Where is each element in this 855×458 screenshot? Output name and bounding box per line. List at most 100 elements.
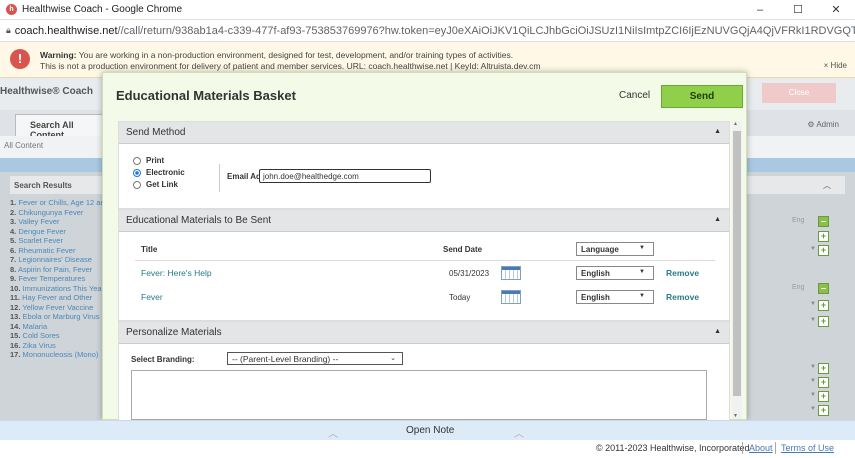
list-item[interactable]: 9. Fever Temperatures <box>10 274 106 284</box>
dropdown-icon[interactable]: ▼ <box>810 378 816 384</box>
plus-icon[interactable]: + <box>818 245 829 256</box>
collapse-caret-icon[interactable]: ▲ <box>714 128 721 135</box>
radio-get-link[interactable]: Get Link <box>133 180 178 189</box>
plus-icon[interactable]: + <box>818 300 829 311</box>
minus-icon[interactable]: – <box>818 216 829 227</box>
scroll-down-icon[interactable]: ▼ <box>733 413 738 419</box>
plus-icon[interactable]: + <box>818 391 829 402</box>
dropdown-icon[interactable]: ▼ <box>810 246 816 252</box>
list-item[interactable]: 5. Scarlet Fever <box>10 236 106 246</box>
modal-scrollbar[interactable]: ▲ ▼ <box>732 121 742 419</box>
result-title[interactable]: Rheumatic Fever <box>18 246 75 255</box>
address-bar[interactable]: 🔒︎ coach.healthwise.net//call/return/938… <box>0 20 855 42</box>
personalize-header[interactable]: Personalize Materials ▲ <box>119 322 729 344</box>
radio-circle[interactable] <box>133 156 141 165</box>
list-item[interactable]: 3. Valley Fever <box>10 217 106 227</box>
open-note-bar[interactable]: ︿ Open Note ︿ <box>0 420 855 440</box>
dropdown-icon[interactable]: ▼ <box>810 364 816 370</box>
calendar-icon[interactable] <box>501 290 521 304</box>
send-button[interactable]: Send <box>661 85 743 108</box>
list-item[interactable]: 6. Rheumatic Fever <box>10 246 106 256</box>
result-title[interactable]: Ebola or Marburg Virus <box>23 312 100 321</box>
chevron-up-icon[interactable]: ︿ <box>328 425 338 440</box>
hide-warning-button[interactable]: × Hide <box>824 61 847 70</box>
radio-circle-selected[interactable] <box>133 168 141 177</box>
result-title[interactable]: Fever or Chills, Age 12 and Older <box>18 198 106 207</box>
plus-icon[interactable]: + <box>818 377 829 388</box>
result-title[interactable]: Immunizations This Year <box>23 284 105 293</box>
admin-link[interactable]: ⚙ Admin <box>807 120 839 129</box>
remove-link[interactable]: Remove <box>666 292 699 302</box>
chevron-up-icon[interactable]: ︿ <box>514 425 524 440</box>
result-title[interactable]: Mononucleosis (Mono) <box>23 350 99 359</box>
result-title[interactable]: Dengue Fever <box>18 227 66 236</box>
lock-icon[interactable]: 🔒︎ <box>6 25 11 36</box>
cancel-button[interactable]: Cancel <box>619 90 650 101</box>
calendar-icon[interactable] <box>501 266 521 280</box>
list-item[interactable]: 11. Hay Fever and Other <box>10 293 106 303</box>
language-header-select[interactable]: Language ▼ <box>576 242 654 256</box>
personal-message-textarea[interactable] <box>131 370 707 420</box>
list-item[interactable]: 8. Aspirin for Pain, Fever <box>10 265 106 275</box>
result-title[interactable]: Zika Virus <box>23 341 56 350</box>
list-item[interactable]: 16. Zika Virus <box>10 341 106 351</box>
minus-icon[interactable]: – <box>818 283 829 294</box>
material-title-link[interactable]: Fever <box>141 292 163 302</box>
list-item[interactable]: 17. Mononucleosis (Mono) <box>10 350 106 360</box>
send-method-header[interactable]: Send Method ▲ <box>119 122 729 144</box>
result-title[interactable]: Scarlet Fever <box>18 236 63 245</box>
language-select[interactable]: English ▼ <box>576 290 654 304</box>
materials-header[interactable]: Educational Materials to Be Sent ▲ <box>119 210 729 232</box>
email-field[interactable]: john.doe@healthedge.com <box>259 169 431 183</box>
maximize-button[interactable]: ☐ <box>779 0 817 20</box>
list-item[interactable]: 7. Legionnaires' Disease <box>10 255 106 265</box>
dropdown-icon[interactable]: ▼ <box>810 392 816 398</box>
scroll-up-icon[interactable]: ▲ <box>733 121 738 127</box>
terms-of-use-link[interactable]: Terms of Use <box>781 443 834 453</box>
scrollbar-thumb[interactable] <box>733 131 741 396</box>
list-item[interactable]: 15. Cold Sores <box>10 331 106 341</box>
admin-label: Admin <box>816 120 839 129</box>
open-note-label[interactable]: Open Note <box>406 425 454 436</box>
list-item[interactable]: 4. Dengue Fever <box>10 227 106 237</box>
collapse-caret-icon[interactable]: ▲ <box>714 216 721 223</box>
result-title[interactable]: Hay Fever and Other <box>22 293 92 302</box>
list-item[interactable]: 13. Ebola or Marburg Virus <box>10 312 106 322</box>
remove-link[interactable]: Remove <box>666 268 699 278</box>
plus-icon[interactable]: + <box>818 231 829 242</box>
material-title-link[interactable]: Fever: Here's Help <box>141 268 212 278</box>
radio-circle[interactable] <box>133 180 141 189</box>
dropdown-icon[interactable]: ▼ <box>810 406 816 412</box>
collapse-caret-icon[interactable]: ▲ <box>714 328 721 335</box>
list-item[interactable]: 10. Immunizations This Year <box>10 284 106 294</box>
result-title[interactable]: Aspirin for Pain, Fever <box>18 265 92 274</box>
dropdown-icon[interactable]: ▼ <box>810 301 816 307</box>
result-title[interactable]: Malaria <box>23 322 48 331</box>
about-link[interactable]: About <box>749 443 773 453</box>
result-title[interactable]: Valley Fever <box>18 217 59 226</box>
plus-icon[interactable]: + <box>818 363 829 374</box>
tab-search-all-content[interactable]: Search All Content <box>15 114 105 140</box>
list-item[interactable]: 1. Fever or Chills, Age 12 and Older <box>10 198 106 208</box>
app-close-button[interactable]: Close <box>762 83 836 103</box>
close-window-button[interactable]: ✕ <box>817 0 855 20</box>
result-title[interactable]: Fever Temperatures <box>18 274 85 283</box>
chevron-up-icon[interactable]: ︿ <box>823 180 831 191</box>
list-item[interactable]: 12. Yellow Fever Vaccine <box>10 303 106 313</box>
radio-electronic[interactable]: Electronic <box>133 168 185 177</box>
result-title[interactable]: Cold Sores <box>23 331 60 340</box>
result-title[interactable]: Chikungunya Fever <box>18 208 83 217</box>
minimize-button[interactable]: – <box>741 0 779 20</box>
url-text[interactable]: coach.healthwise.net//call/return/938ab1… <box>15 25 855 37</box>
result-title[interactable]: Legionnaires' Disease <box>18 255 92 264</box>
result-title[interactable]: Yellow Fever Vaccine <box>22 303 93 312</box>
dropdown-icon[interactable]: ▼ <box>810 317 816 323</box>
plus-icon[interactable]: + <box>818 405 829 416</box>
list-item[interactable]: 14. Malaria <box>10 322 106 332</box>
branding-select[interactable]: -- (Parent-Level Branding) -- ⌄ <box>227 352 403 365</box>
list-item[interactable]: 2. Chikungunya Fever <box>10 208 106 218</box>
plus-icon[interactable]: + <box>818 316 829 327</box>
radio-print[interactable]: Print <box>133 156 164 165</box>
language-select[interactable]: English ▼ <box>576 266 654 280</box>
modal-title: Educational Materials Basket <box>116 88 296 103</box>
